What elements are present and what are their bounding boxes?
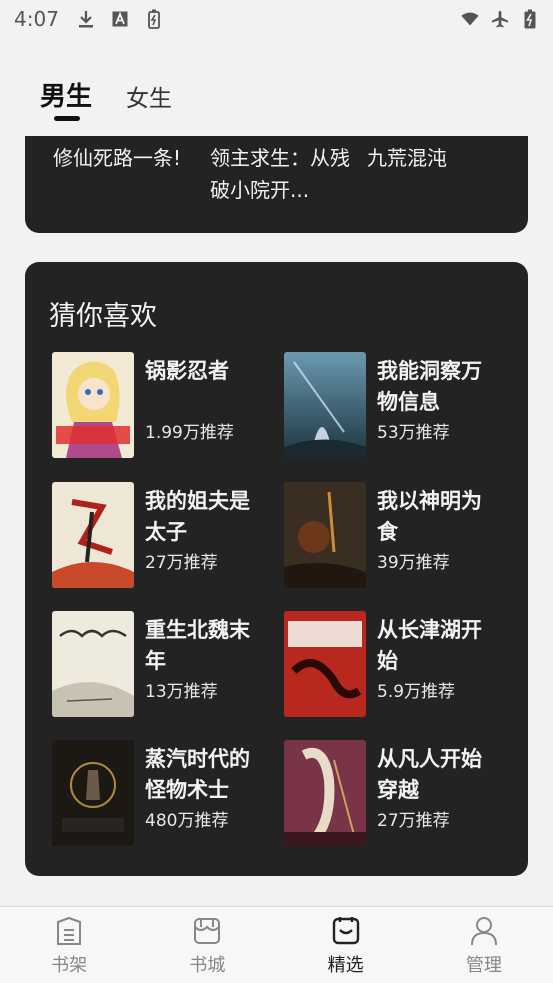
book-title: 蒸汽时代的怪物术士 bbox=[145, 747, 250, 802]
top-book-item[interactable]: 九荒混沌 bbox=[367, 142, 524, 233]
book-item[interactable]: 从凡人开始穿越 27万推荐 bbox=[284, 740, 504, 850]
book-recommend-count: 27万推荐 bbox=[377, 811, 450, 831]
nav-bookshelf[interactable]: 书架 bbox=[0, 907, 138, 983]
book-item[interactable]: 我以神明为食 39万推荐 bbox=[284, 482, 504, 592]
wifi-icon bbox=[461, 10, 479, 28]
book-recommend-count: 53万推荐 bbox=[377, 423, 450, 443]
gender-tabs: 男生 女生 bbox=[40, 76, 172, 121]
book-recommend-count: 1.99万推荐 bbox=[145, 423, 234, 443]
book-title: 我能洞察万物信息 bbox=[377, 359, 482, 414]
book-title: 重生北魏末年 bbox=[145, 618, 250, 673]
book-recommend-count: 13万推荐 bbox=[145, 682, 218, 702]
bottom-nav: 书架 书城 精选 管理 bbox=[0, 906, 553, 983]
guess-you-like-card: 猜你喜欢 锅影忍者 1.99万推荐 我能洞察万物信息 53万推荐 我的姐夫是太子… bbox=[25, 262, 528, 876]
featured-icon bbox=[331, 915, 361, 947]
book-item[interactable]: 蒸汽时代的怪物术士 480万推荐 bbox=[52, 740, 272, 850]
nav-label: 书架 bbox=[51, 955, 88, 976]
nav-store[interactable]: 书城 bbox=[138, 907, 276, 983]
book-recommend-count: 27万推荐 bbox=[145, 553, 218, 573]
book-title: 从凡人开始穿越 bbox=[377, 747, 482, 802]
bookshelf-icon bbox=[54, 915, 84, 947]
book-cover bbox=[284, 740, 366, 846]
book-cover bbox=[284, 352, 366, 458]
airplane-icon bbox=[491, 10, 509, 28]
top-book-item[interactable]: 修仙死路一条! bbox=[53, 142, 210, 233]
book-title: 从长津湖开始 bbox=[377, 618, 482, 673]
book-item[interactable]: 重生北魏末年 13万推荐 bbox=[52, 611, 272, 721]
nav-featured[interactable]: 精选 bbox=[277, 907, 415, 983]
book-item[interactable]: 我的姐夫是太子 27万推荐 bbox=[52, 482, 272, 592]
book-item[interactable]: 我能洞察万物信息 53万推荐 bbox=[284, 352, 504, 462]
book-recommend-count: 39万推荐 bbox=[377, 553, 450, 573]
tab-indicator bbox=[54, 116, 80, 121]
book-title: 锅影忍者 bbox=[145, 359, 229, 383]
book-cover bbox=[284, 611, 366, 717]
section-title: 猜你喜欢 bbox=[49, 301, 157, 332]
book-cover bbox=[52, 611, 134, 717]
book-cover bbox=[284, 482, 366, 588]
store-icon bbox=[192, 915, 222, 947]
battery-charging-icon bbox=[521, 9, 539, 29]
tab-male[interactable]: 男生 bbox=[40, 76, 93, 121]
book-cover bbox=[52, 740, 134, 846]
tab-female[interactable]: 女生 bbox=[126, 79, 172, 113]
book-item[interactable]: 锅影忍者 1.99万推荐 bbox=[52, 352, 272, 462]
book-cover bbox=[52, 352, 134, 458]
book-title: 我以神明为食 bbox=[377, 489, 482, 544]
battery-saver-icon bbox=[145, 9, 163, 29]
book-recommend-count: 5.9万推荐 bbox=[377, 682, 456, 702]
book-title: 我的姐夫是太子 bbox=[145, 489, 250, 544]
download-icon bbox=[77, 10, 95, 28]
status-time: 4:07 bbox=[14, 7, 59, 31]
nav-manage[interactable]: 管理 bbox=[415, 907, 553, 983]
top-book-item[interactable]: 领主求生：从残破小院开... bbox=[210, 142, 367, 233]
top-book-title: 修仙死路一条! bbox=[53, 146, 182, 170]
nav-label: 书城 bbox=[189, 955, 226, 976]
book-cover bbox=[52, 482, 134, 588]
top-book-title: 九荒混沌 bbox=[367, 146, 447, 170]
book-item[interactable]: 从长津湖开始 5.9万推荐 bbox=[284, 611, 504, 721]
user-icon bbox=[469, 915, 499, 947]
tab-male-label: 男生 bbox=[40, 82, 93, 112]
top-books-card: 修仙死路一条! 领主求生：从残破小院开... 九荒混沌 bbox=[25, 136, 528, 233]
a-box-icon bbox=[111, 10, 129, 28]
nav-label: 精选 bbox=[327, 955, 364, 976]
nav-label: 管理 bbox=[465, 955, 502, 976]
top-book-title: 领主求生：从残破小院开... bbox=[210, 146, 350, 202]
tab-female-label: 女生 bbox=[126, 86, 173, 112]
book-recommend-count: 480万推荐 bbox=[145, 811, 229, 831]
status-bar: 4:07 bbox=[0, 0, 553, 38]
